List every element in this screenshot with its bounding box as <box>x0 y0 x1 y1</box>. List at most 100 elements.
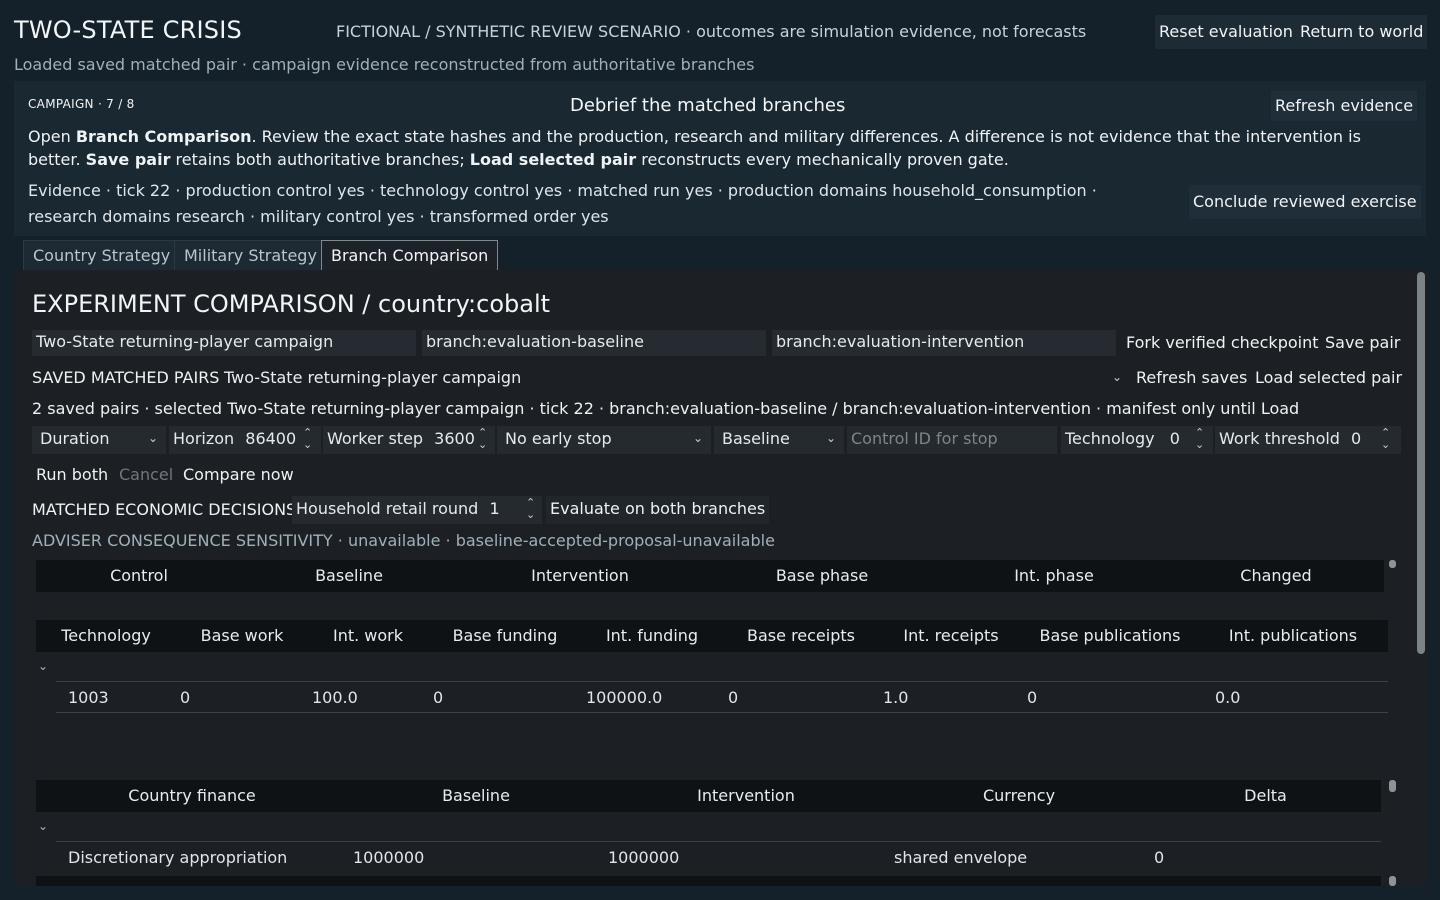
early-stop-value: No early stop <box>505 429 612 448</box>
economic-decisions-label: MATCHED ECONOMIC DECISIONS <box>32 500 297 519</box>
sensitivity-status: ADVISER CONSEQUENCE SENSITIVITY · unavai… <box>32 531 775 550</box>
column-header[interactable]: Currency <box>888 786 1150 805</box>
campaign-heading: Debrief the matched branches <box>570 95 846 116</box>
table-cell: 100.0 <box>312 688 358 707</box>
column-header[interactable]: Int. publications <box>1198 626 1388 645</box>
horizon-value: 86400 <box>245 429 297 448</box>
campaign-step-label: CAMPAIGN · 7 / 8 <box>28 97 135 111</box>
technology-value: 0 <box>1169 429 1180 448</box>
chevron-down-icon[interactable]: ⌄ <box>38 819 48 833</box>
column-header[interactable]: Int. work <box>308 626 428 645</box>
baseline-branch-input[interactable]: branch:evaluation-baseline <box>422 330 766 356</box>
table-cell: shared envelope <box>894 848 1028 867</box>
column-header[interactable]: Changed <box>1168 566 1384 585</box>
compare-now-button[interactable]: Compare now <box>183 465 294 484</box>
column-header[interactable]: Technology <box>36 626 176 645</box>
campaign-name-input[interactable]: Two-State returning-player campaign <box>32 330 416 356</box>
reset-evaluation-button[interactable]: Reset evaluation <box>1155 15 1297 49</box>
spin-arrows-icon: ⌃ ⌄ <box>478 426 488 451</box>
column-header[interactable]: Baseline <box>348 786 604 805</box>
column-header[interactable]: Base funding <box>428 626 582 645</box>
table-cell: 1000000 <box>353 848 425 867</box>
spin-arrows-icon: ⌃ ⌄ <box>1381 426 1391 451</box>
column-header[interactable]: Delta <box>1150 786 1381 805</box>
campaign-instructions: Open Branch Comparison. Review the exact… <box>28 125 1412 171</box>
column-header[interactable]: Base phase <box>704 566 940 585</box>
tab-military-strategy[interactable]: Military Strategy <box>174 240 327 272</box>
technology-label: Technology <box>1065 429 1155 448</box>
chevron-down-icon: ⌄ <box>826 431 837 445</box>
tab-branch-comparison[interactable]: Branch Comparison <box>321 240 499 272</box>
saved-pairs-select[interactable]: Two-State returning-player campaign ⌄ <box>220 366 1130 392</box>
spin-arrows-icon: ⌃ ⌄ <box>1195 426 1205 451</box>
work-threshold-label: Work threshold <box>1219 429 1340 448</box>
instruction-text: reconstructs every mechanically proven g… <box>636 150 1009 169</box>
control-table-header: Control Baseline Intervention Base phase… <box>36 560 1384 592</box>
evaluate-both-button[interactable]: Evaluate on both branches <box>546 496 770 524</box>
conclude-exercise-button[interactable]: Conclude reviewed exercise <box>1189 185 1421 219</box>
cancel-button[interactable]: Cancel <box>119 465 173 484</box>
table-cell: 0 <box>1154 848 1165 867</box>
fork-checkpoint-button[interactable]: Fork verified checkpoint <box>1126 333 1319 352</box>
return-to-world-button[interactable]: Return to world <box>1296 15 1428 49</box>
instruction-emphasis: Load selected pair <box>469 150 637 169</box>
tab-country-strategy[interactable]: Country Strategy <box>23 240 181 272</box>
chevron-down-icon: ⌄ <box>1112 370 1123 384</box>
app-title: TWO-STATE CRISIS <box>14 16 242 44</box>
table-cell: 0 <box>433 688 444 707</box>
column-header[interactable]: Int. receipts <box>880 626 1022 645</box>
branch-select-value: Baseline <box>722 429 790 448</box>
chevron-down-icon[interactable]: ⌄ <box>38 659 48 673</box>
save-pair-button[interactable]: Save pair <box>1325 333 1400 352</box>
column-header[interactable]: Country finance <box>36 786 348 805</box>
column-header[interactable]: Base work <box>176 626 308 645</box>
column-header[interactable]: Base publications <box>1022 626 1198 645</box>
table-scrollbar[interactable] <box>1389 560 1396 568</box>
table-scrollbar[interactable] <box>1389 780 1396 792</box>
worker-step-label: Worker step <box>327 429 424 448</box>
load-selected-pair-button[interactable]: Load selected pair <box>1255 368 1402 387</box>
instruction-emphasis: Branch Comparison <box>75 127 252 146</box>
spin-arrows-icon: ⌃ ⌄ <box>303 426 313 451</box>
table-cell: 0.0 <box>1215 688 1241 707</box>
duration-select[interactable]: Duration ⌄ <box>32 426 166 454</box>
retail-round-spinbox[interactable]: Household retail round 1 ⌃ ⌄ <box>292 496 542 524</box>
instruction-text: retains both authoritative branches; <box>170 150 470 169</box>
table-cell: 0 <box>728 688 739 707</box>
horizon-label: Horizon <box>173 429 235 448</box>
table-cell: 1000000 <box>608 848 680 867</box>
instruction-text: Open <box>28 127 76 146</box>
chevron-down-icon: ⌄ <box>148 431 159 445</box>
early-stop-select[interactable]: No early stop ⌄ <box>497 426 711 454</box>
scenario-disclaimer: FICTIONAL / SYNTHETIC REVIEW SCENARIO · … <box>336 22 1087 41</box>
experiment-title: EXPERIMENT COMPARISON / country:cobalt <box>32 290 551 318</box>
table-cell: 0 <box>180 688 191 707</box>
column-header[interactable]: Control <box>36 566 242 585</box>
control-id-input[interactable]: Control ID for stop <box>847 426 1057 454</box>
refresh-evidence-button[interactable]: Refresh evidence <box>1271 91 1418 121</box>
intervention-branch-input[interactable]: branch:evaluation-intervention <box>772 330 1116 356</box>
run-both-button[interactable]: Run both <box>36 465 108 484</box>
work-threshold-spinbox[interactable]: Work threshold 0 ⌃ ⌄ <box>1215 426 1401 454</box>
table-header-partial <box>36 876 1381 886</box>
table-cell: 100000.0 <box>586 688 663 707</box>
table-scrollbar[interactable] <box>1389 876 1396 886</box>
branch-select[interactable]: Baseline ⌄ <box>714 426 844 454</box>
load-status-subtitle: Loaded saved matched pair · campaign evi… <box>14 55 755 74</box>
column-header[interactable]: Int. phase <box>940 566 1168 585</box>
column-header[interactable]: Baseline <box>242 566 456 585</box>
column-header[interactable]: Base receipts <box>722 626 880 645</box>
campaign-panel: CAMPAIGN · 7 / 8 Debrief the matched bra… <box>14 81 1426 236</box>
horizon-spinbox[interactable]: Horizon 86400 ⌃ ⌄ <box>169 426 321 454</box>
panel-scrollbar[interactable] <box>1417 272 1425 654</box>
worker-step-value: 3600 <box>434 429 475 448</box>
worker-step-spinbox[interactable]: Worker step 3600 ⌃ ⌄ <box>323 426 495 454</box>
column-header[interactable]: Int. funding <box>582 626 722 645</box>
column-header[interactable]: Intervention <box>456 566 704 585</box>
duration-value: Duration <box>40 429 110 448</box>
column-header[interactable]: Intervention <box>604 786 888 805</box>
spin-arrows-icon: ⌃ ⌄ <box>526 496 536 521</box>
work-threshold-value: 0 <box>1351 429 1362 448</box>
technology-spinbox[interactable]: Technology 0 ⌃ ⌄ <box>1061 426 1213 454</box>
refresh-saves-button[interactable]: Refresh saves <box>1136 368 1247 387</box>
